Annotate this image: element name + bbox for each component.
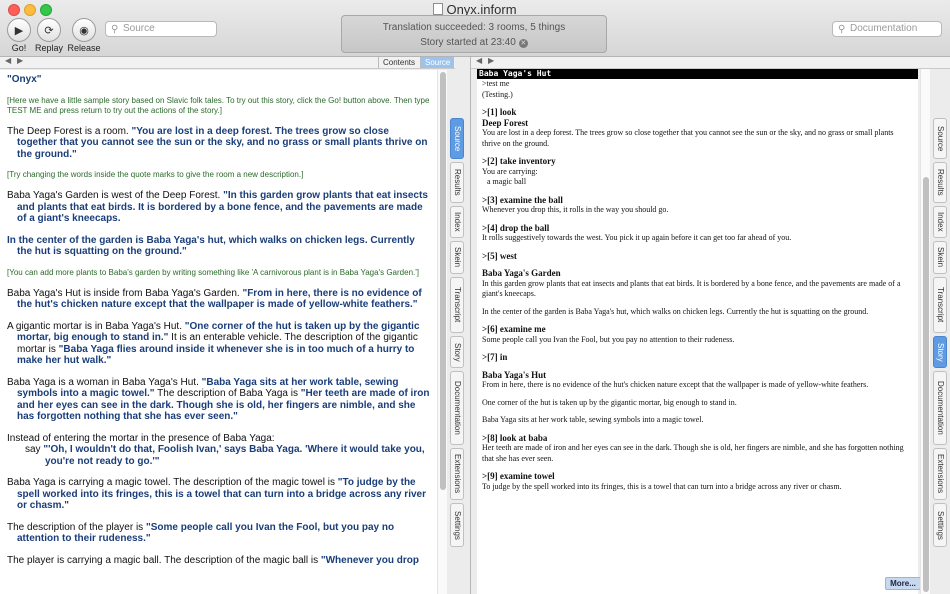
story-started-status: Story started at 23:40 <box>420 37 516 48</box>
translation-status: Translation succeeded: 3 rooms, 5 things <box>382 22 566 33</box>
room-name: Baba Yaga's Hut <box>482 369 547 380</box>
side-tab-settings[interactable]: Settings <box>450 503 464 547</box>
pane-divider[interactable] <box>470 57 471 594</box>
source-paragraph: Baba Yaga is a woman in Baba Yaga's Hut.… <box>7 376 430 423</box>
inform-window: Onyx.inform ▶ Go! ⟳ Replay ◉ Release ⚲ S… <box>0 0 950 594</box>
transcript-command: >test me <box>482 79 510 88</box>
story-status-line: Baba Yaga's Hut <box>477 69 918 79</box>
side-tab-source[interactable]: Source <box>450 118 464 159</box>
side-tab-documentation[interactable]: Documentation <box>450 371 464 445</box>
transcript-text: (Testing.) <box>482 89 513 99</box>
replay-button[interactable]: ⟳ Replay <box>30 18 68 53</box>
right-scrollbar[interactable] <box>920 69 930 594</box>
search-icon: ⚲ <box>111 24 119 35</box>
source-editor[interactable]: "Onyx" [Here we have a little sample sto… <box>0 70 437 594</box>
transcript-text: Baba Yaga sits at her work table, sewing… <box>482 415 704 424</box>
side-tab-settings[interactable]: Settings <box>933 503 947 547</box>
transcript-command: >[8] look at baba <box>482 432 548 443</box>
side-tab-transcript[interactable]: Transcript <box>450 277 464 333</box>
story-transcript[interactable]: >test me (Testing.) >[1] look Deep Fores… <box>477 79 918 594</box>
source-comment: [You can add more plants to Baba's garde… <box>7 267 419 277</box>
transcript-text: You are carrying: <box>482 166 538 176</box>
transcript-text: You are lost in a deep forest. The trees… <box>482 128 894 148</box>
documentation-search-placeholder: Documentation <box>850 23 918 34</box>
document-icon <box>433 3 444 15</box>
title-toolbar: Onyx.inform ▶ Go! ⟳ Replay ◉ Release ⚲ S… <box>0 0 950 57</box>
documentation-search-field[interactable]: ⚲ Documentation <box>832 21 942 37</box>
transcript-command: >[3] examine the ball <box>482 194 563 205</box>
left-pane-header: ◀ ▶ Contents Source <box>0 56 455 69</box>
source-comment: [Here we have a little sample story base… <box>7 95 430 115</box>
transcript-text: In the center of the garden is Baba Yaga… <box>482 306 869 316</box>
release-button[interactable]: ◉ Release <box>65 18 103 53</box>
forward-arrow-icon[interactable]: ▶ <box>488 56 494 65</box>
transcript-text: From in here, there is no evidence of th… <box>482 380 869 389</box>
source-paragraph: Baba Yaga is carrying a magic towel. The… <box>7 477 426 511</box>
source-paragraph: The Deep Forest is a room. "You are lost… <box>7 125 428 160</box>
transcript-text: One corner of the hut is taken up by the… <box>482 397 737 407</box>
source-comment: [Try changing the words inside the quote… <box>7 170 304 179</box>
transcript-command: >[2] take inventory <box>482 156 556 166</box>
side-tab-index[interactable]: Index <box>450 206 464 238</box>
forward-arrow-icon[interactable]: ▶ <box>17 56 23 65</box>
release-label: Release <box>67 43 101 53</box>
right-side-tabs: Source Results Index Skein Transcript St… <box>933 70 949 594</box>
side-tab-story[interactable]: Story <box>450 336 464 368</box>
side-tab-source[interactable]: Source <box>933 118 947 159</box>
source-paragraph: Instead of entering the mortar in the pr… <box>7 432 425 467</box>
left-scrollbar[interactable] <box>437 70 447 594</box>
side-tab-transcript[interactable]: Transcript <box>933 277 947 333</box>
replay-icon: ⟳ <box>37 18 61 42</box>
transcript-command: >[1] look <box>482 107 517 117</box>
side-tab-documentation[interactable]: Documentation <box>933 371 947 445</box>
release-icon: ◉ <box>72 18 96 42</box>
source-search-placeholder: Source <box>123 23 155 34</box>
side-tab-extensions[interactable]: Extensions <box>450 448 464 500</box>
side-tab-index[interactable]: Index <box>933 206 947 238</box>
story-title: "Onyx" <box>7 74 42 85</box>
transcript-text: It rolls suggestively towards the west. … <box>482 233 792 242</box>
transcript-command: >[6] examine me <box>482 324 546 334</box>
more-button[interactable]: More... <box>885 577 921 590</box>
transcript-command: >[5] west <box>482 250 517 261</box>
search-icon: ⚲ <box>838 24 846 35</box>
side-tab-story[interactable]: Story <box>933 336 947 368</box>
tab-source[interactable]: Source <box>420 57 455 68</box>
transcript-text: Some people call you Ivan the Fool, but … <box>482 334 735 344</box>
side-tab-skein[interactable]: Skein <box>450 241 464 274</box>
transcript-text: Her teeth are made of iron and her eyes … <box>482 443 904 463</box>
transcript-command: >[4] drop the ball <box>482 222 550 233</box>
transcript-text: Whenever you drop this, it rolls in the … <box>482 205 669 214</box>
replay-label: Replay <box>34 43 63 53</box>
source-paragraph: In the center of the garden is Baba Yaga… <box>7 234 415 258</box>
back-arrow-icon[interactable]: ◀ <box>5 56 11 65</box>
left-scroll-thumb[interactable] <box>440 72 446 490</box>
side-tab-results[interactable]: Results <box>450 162 464 203</box>
source-paragraph: Baba Yaga's Garden is west of the Deep F… <box>7 190 428 224</box>
play-icon: ▶ <box>7 18 31 42</box>
back-arrow-icon[interactable]: ◀ <box>476 56 482 65</box>
room-name: Deep Forest <box>482 117 529 128</box>
left-side-tabs: Source Results Index Skein Transcript St… <box>450 70 466 594</box>
right-pane-header: ◀ ▶ <box>471 56 950 69</box>
transcript-command: >[9] examine towel <box>482 471 555 481</box>
room-name: Baba Yaga's Garden <box>482 268 561 278</box>
transcript-text: To judge by the spell worked into its fr… <box>482 481 842 491</box>
right-scroll-thumb[interactable] <box>923 177 929 592</box>
side-tab-skein[interactable]: Skein <box>933 241 947 274</box>
source-paragraph: The description of the player is "Some p… <box>7 521 395 545</box>
inventory-item: a magic ball <box>487 177 527 186</box>
source-paragraph: A gigantic mortar is in Baba Yaga's Hut.… <box>7 320 420 367</box>
tab-contents[interactable]: Contents <box>378 57 419 68</box>
source-paragraph: Baba Yaga's Hut is inside from Baba Yaga… <box>7 287 422 311</box>
stop-icon[interactable]: ✕ <box>518 39 528 48</box>
status-panel: Translation succeeded: 3 rooms, 5 things… <box>341 15 607 53</box>
side-tab-extensions[interactable]: Extensions <box>933 448 947 500</box>
transcript-text: In this garden grow plants that eat inse… <box>482 278 901 299</box>
source-paragraph: The player is carrying a magic ball. The… <box>7 554 419 566</box>
source-search-field[interactable]: ⚲ Source <box>105 21 217 37</box>
side-tab-results[interactable]: Results <box>933 162 947 203</box>
transcript-command: >[7] in <box>482 352 508 362</box>
